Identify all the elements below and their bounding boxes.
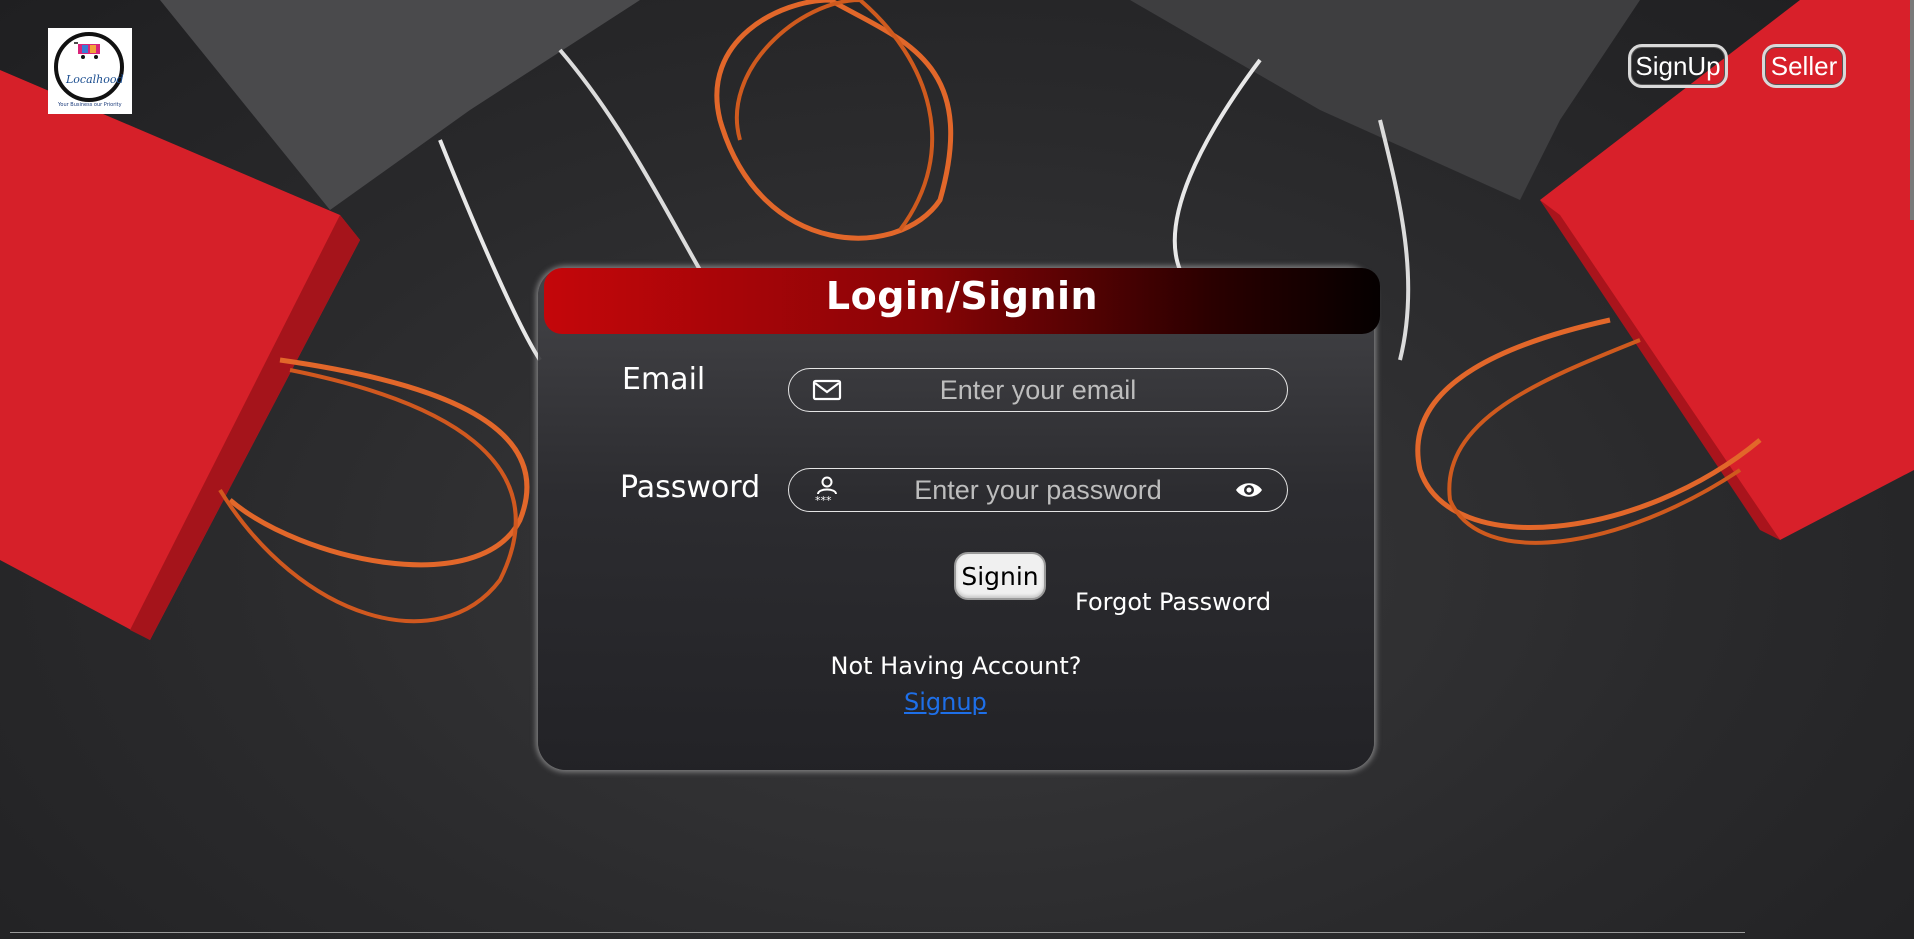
- signup-nav-button[interactable]: SignUp: [1628, 44, 1728, 88]
- login-title: Login/Signin: [825, 274, 1099, 318]
- cart-icon: [74, 42, 100, 59]
- email-input[interactable]: [843, 369, 1233, 411]
- password-label: Password: [620, 470, 761, 505]
- svg-text:***: ***: [815, 494, 832, 505]
- login-card-header: Login/Signin: [544, 268, 1380, 334]
- scrollbar[interactable]: [1910, 0, 1914, 220]
- user-key-icon: ***: [811, 474, 843, 506]
- site-logo[interactable]: Localhood Your Business our Priority: [48, 28, 132, 114]
- signup-link[interactable]: Signup: [904, 688, 987, 716]
- email-label: Email: [622, 362, 706, 397]
- forgot-password-link[interactable]: Forgot Password: [1075, 588, 1271, 616]
- password-field-wrapper: ***: [788, 468, 1288, 512]
- email-field-wrapper: [788, 368, 1288, 412]
- mail-icon: [811, 374, 843, 406]
- signin-button[interactable]: Signin: [954, 552, 1046, 600]
- no-account-text: Not Having Account?: [830, 652, 1082, 680]
- logo-text: Localhood: [66, 73, 124, 86]
- password-input[interactable]: [843, 469, 1233, 511]
- login-card: Login/Signin Email Password ***: [538, 268, 1380, 770]
- logo-tagline: Your Business our Priority: [58, 102, 122, 108]
- seller-nav-button[interactable]: Seller: [1762, 44, 1846, 88]
- eye-icon[interactable]: [1233, 474, 1265, 506]
- bottom-divider: [10, 932, 1745, 933]
